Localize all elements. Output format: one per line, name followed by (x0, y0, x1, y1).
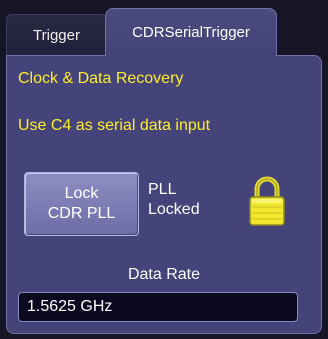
lock-button-label-line1: Lock (64, 185, 99, 202)
tab-trigger[interactable]: Trigger (6, 14, 107, 56)
panel-heading: Clock & Data Recovery (18, 70, 184, 87)
tab-cdr-serial-trigger[interactable]: CDRSerialTrigger (105, 8, 277, 56)
lock-button-label-line2: CDR PLL (47, 205, 116, 222)
pll-status-line2: Locked (148, 201, 200, 218)
pll-status-line1: PLL (148, 181, 177, 198)
data-rate-label: Data Rate (127, 266, 201, 283)
data-rate-field[interactable]: 1.5625 GHz (18, 292, 298, 322)
lock-cdr-pll-button[interactable]: Lock CDR PLL (24, 172, 139, 236)
pll-status-text: PLL Locked (148, 180, 200, 220)
padlock-locked-icon (249, 176, 285, 226)
serial-input-info: Use C4 as serial data input (18, 117, 211, 134)
